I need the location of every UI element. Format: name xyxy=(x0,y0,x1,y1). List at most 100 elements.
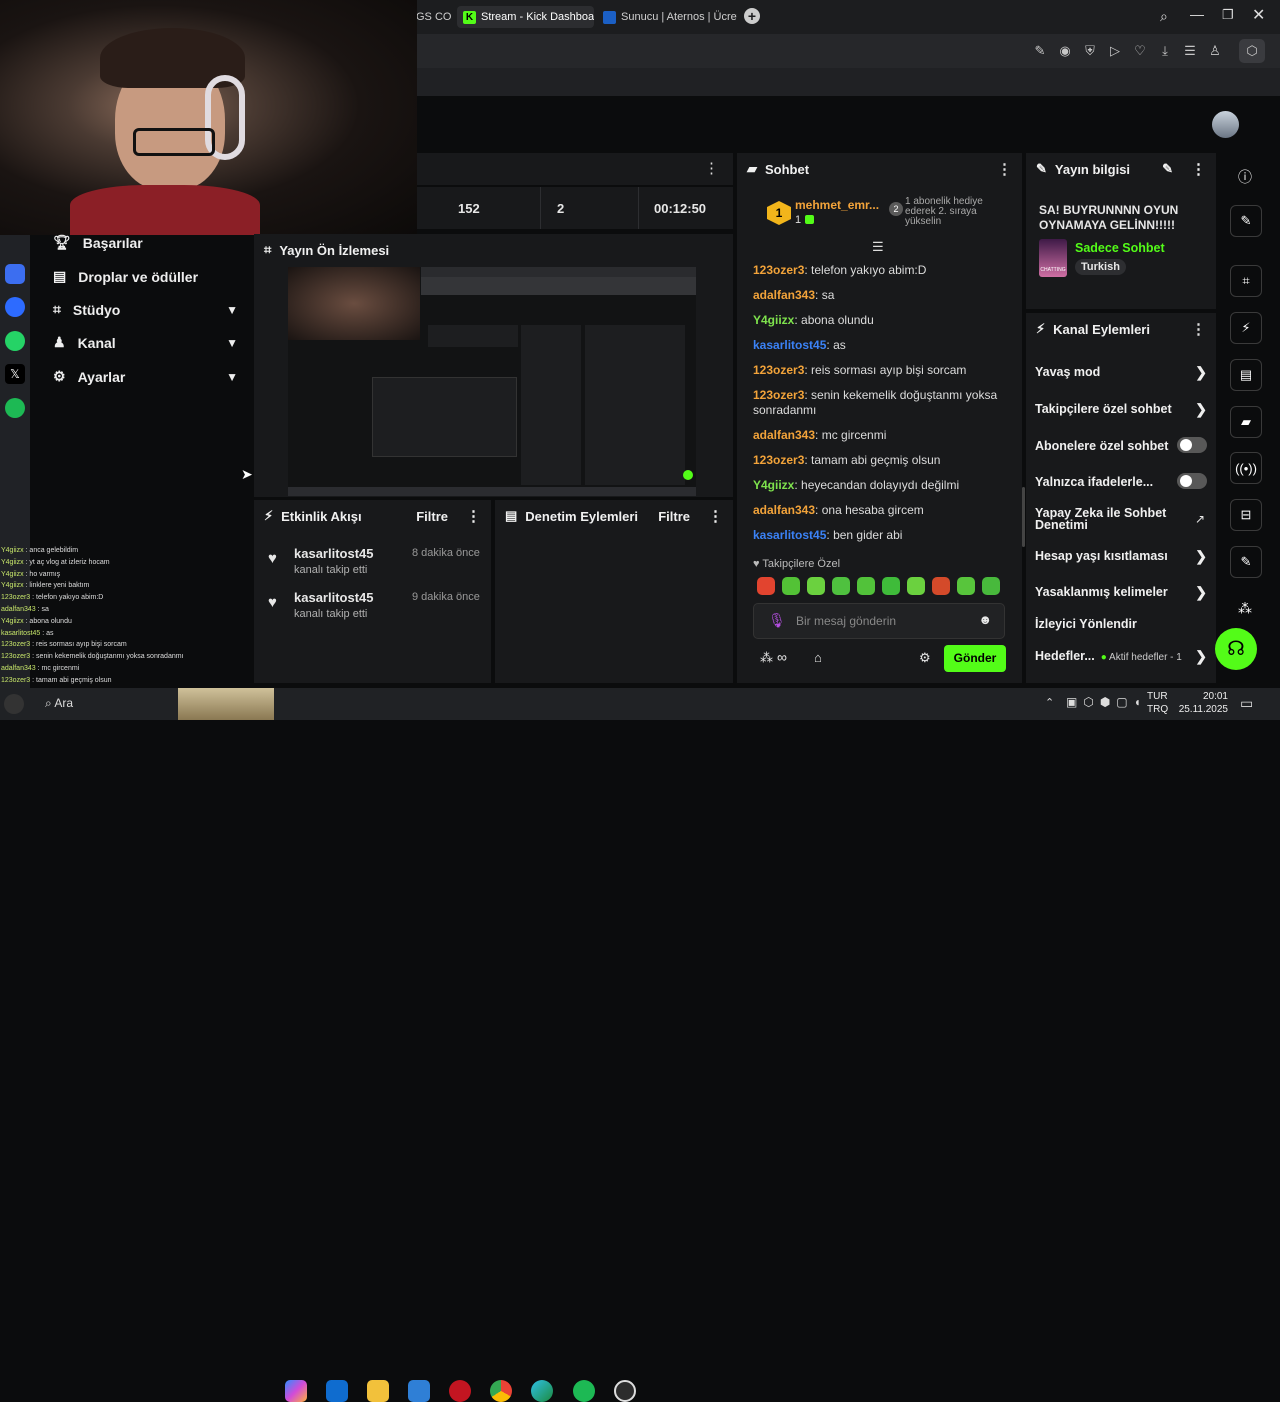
copilot-icon[interactable] xyxy=(285,1380,307,1402)
mic-icon[interactable]: 🎙︎ xyxy=(768,612,786,629)
spotify-icon[interactable] xyxy=(5,398,25,418)
banned-words-item[interactable]: Yasaklanmış kelimeler ❯ xyxy=(1035,584,1207,600)
layout-toggle-button[interactable]: ⊟ xyxy=(1230,499,1262,531)
store-icon[interactable] xyxy=(326,1380,348,1402)
more-options-icon[interactable]: ⋮ xyxy=(1191,160,1206,178)
profile-icon[interactable]: ♙ xyxy=(1207,43,1223,59)
screenshot-icon[interactable]: ◉ xyxy=(1057,43,1073,59)
emote-icon[interactable] xyxy=(782,577,800,595)
chat-username[interactable]: 123ozer3 xyxy=(753,453,804,467)
preview-video[interactable] xyxy=(288,267,696,496)
menu-icon[interactable]: ☰ xyxy=(1182,43,1198,59)
account-age-item[interactable]: Hesap yaşı kısıtlaması ❯ xyxy=(1035,548,1207,564)
emote-icon[interactable] xyxy=(907,577,925,595)
avatar[interactable] xyxy=(1212,111,1239,138)
edge-icon[interactable] xyxy=(531,1380,553,1402)
sidebar-item-studio[interactable]: ⌗ Stüdyo ▼ xyxy=(53,301,238,318)
broadcast-toggle-button[interactable]: ((•)) xyxy=(1230,452,1262,484)
edit-icon[interactable]: ✎ xyxy=(1162,161,1173,177)
emoji-icon[interactable]: ☻ xyxy=(978,612,992,627)
more-options-icon[interactable]: ⋮ xyxy=(708,507,723,525)
followers-only-item[interactable]: Takipçilere özel sohbet ❯ xyxy=(1035,401,1207,417)
chat-username[interactable]: kasarlitost45 xyxy=(753,338,826,352)
external-link-icon[interactable]: ↗ xyxy=(1195,512,1205,526)
sidebar-item-settings[interactable]: ⚙ Ayarlar ▼ xyxy=(53,368,238,385)
address-bar[interactable]: ✎ ◉ ⛨ ▷ ♡ ⤓ ☰ ♙ ⬡ xyxy=(417,34,1280,68)
language-tag[interactable]: Turkish xyxy=(1075,259,1126,275)
app-icon[interactable] xyxy=(5,264,25,284)
store-icon[interactable]: ⌂ xyxy=(814,650,822,665)
chat-username[interactable]: 123ozer3 xyxy=(753,263,804,277)
chat-username[interactable]: 123ozer3 xyxy=(753,363,804,377)
explorer-icon[interactable] xyxy=(367,1380,389,1402)
emote-icon[interactable] xyxy=(832,577,850,595)
support-button[interactable]: ☊ xyxy=(1215,628,1257,670)
messenger-icon[interactable] xyxy=(5,297,25,317)
chrome-icon[interactable] xyxy=(490,1380,512,1402)
tab-kick-dashboard[interactable]: K Stream - Kick Dashboard xyxy=(457,6,594,28)
filter-button[interactable]: Filtre xyxy=(416,509,448,524)
chat-username[interactable]: adalfan343 xyxy=(753,503,815,517)
new-tab-button[interactable]: + xyxy=(744,8,760,24)
sidebar-item-drops[interactable]: ▤ Droplar ve ödüller xyxy=(53,268,238,285)
category-link[interactable]: Sadece Sohbet xyxy=(1075,241,1165,255)
x-icon[interactable]: 𝕏 xyxy=(5,364,25,384)
tray-icons[interactable]: ▣⬡⬢▢◖ xyxy=(1066,695,1147,709)
emote-icon[interactable] xyxy=(807,577,825,595)
activity-user[interactable]: kasarlitost45 xyxy=(294,590,374,605)
preview-toggle-button[interactable]: ⌗ xyxy=(1230,265,1262,297)
clock[interactable]: 20:01 25.11.2025 xyxy=(1178,690,1228,716)
collapse-icon[interactable]: ☰ xyxy=(872,239,884,255)
close-icon[interactable]: ✕ xyxy=(1252,5,1265,25)
raid-item[interactable]: İzleyici Yönlendir xyxy=(1035,617,1207,631)
start-icon[interactable] xyxy=(4,694,24,714)
apps-icon[interactable]: ⁂ xyxy=(1238,600,1252,617)
opera-icon[interactable] xyxy=(449,1380,471,1402)
download-icon[interactable]: ⤓ xyxy=(1157,43,1173,59)
moderation-toggle-button[interactable]: ▤ xyxy=(1230,359,1262,391)
sidebar-item-achievements[interactable]: 🏆︎ Başarılar xyxy=(53,234,238,251)
more-options-icon[interactable]: ⋮ xyxy=(466,507,481,525)
ai-moderation-item[interactable]: Yapay Zeka ile Sohbet Denetimi xyxy=(1035,507,1175,532)
language-indicator[interactable]: TUR TRQ xyxy=(1147,690,1168,716)
slow-mode-item[interactable]: Yavaş mod ❯ xyxy=(1035,364,1207,380)
sidebar-item-channel[interactable]: ♟ Kanal ▼ xyxy=(53,334,238,351)
more-options-icon[interactable]: ⋮ xyxy=(997,160,1012,178)
tab-aternos[interactable]: Sunucu | Aternos | Ücretsiz xyxy=(597,6,737,28)
filter-button[interactable]: Filtre xyxy=(658,509,690,524)
tools-toggle-button[interactable]: ✎ xyxy=(1230,546,1262,578)
activity-toggle-button[interactable]: ⚡︎ xyxy=(1230,312,1262,344)
more-options-icon[interactable]: ⋮ xyxy=(704,159,719,177)
search-icon[interactable]: ⌕ Ara xyxy=(45,696,73,711)
tab-search-icon[interactable]: ⌕ xyxy=(1160,8,1168,25)
emote-icon[interactable] xyxy=(982,577,1000,595)
extension-icon[interactable]: ⬡ xyxy=(1239,39,1265,63)
tray-chevron-icon[interactable]: ⌃ xyxy=(1045,696,1054,709)
info-icon[interactable]: ⓘ xyxy=(1238,167,1252,187)
chat-username[interactable]: adalfan343 xyxy=(753,428,815,442)
heart-icon[interactable]: ♡ xyxy=(1132,43,1148,59)
emote-menu-icon[interactable]: ⁂ xyxy=(760,650,773,666)
edit-icon[interactable]: ✎ xyxy=(1032,43,1048,59)
gifter-name[interactable]: mehmet_emr... xyxy=(795,198,879,212)
chat-username[interactable]: adalfan343 xyxy=(753,288,815,302)
infinity-icon[interactable]: ∞ xyxy=(777,649,787,665)
chat-username[interactable]: 123ozer3 xyxy=(753,388,804,402)
chat-username[interactable]: Y4giizx xyxy=(753,478,794,492)
whatsapp-icon[interactable] xyxy=(5,331,25,351)
shield-icon[interactable]: ⛨ xyxy=(1082,43,1098,59)
emote-icon[interactable] xyxy=(757,577,775,595)
emote-icon[interactable] xyxy=(882,577,900,595)
maximize-icon[interactable]: ❐ xyxy=(1222,7,1234,23)
chat-settings-icon[interactable]: ⚙ xyxy=(919,650,931,666)
more-options-icon[interactable]: ⋮ xyxy=(1191,320,1206,338)
activity-user[interactable]: kasarlitost45 xyxy=(294,546,374,561)
widget-thumbnail[interactable] xyxy=(178,688,274,720)
emotes-only-toggle[interactable] xyxy=(1177,473,1207,489)
goals-item[interactable]: Hedefler... ● Aktif hedefler - 1 ❯ xyxy=(1035,648,1207,664)
emote-icon[interactable] xyxy=(957,577,975,595)
send-button[interactable]: Gönder xyxy=(944,645,1006,672)
subscribers-only-toggle[interactable] xyxy=(1177,437,1207,453)
chat-input[interactable]: 🎙︎ Bir mesaj gönderin ☻ xyxy=(753,603,1005,639)
vscode-icon[interactable] xyxy=(408,1380,430,1402)
